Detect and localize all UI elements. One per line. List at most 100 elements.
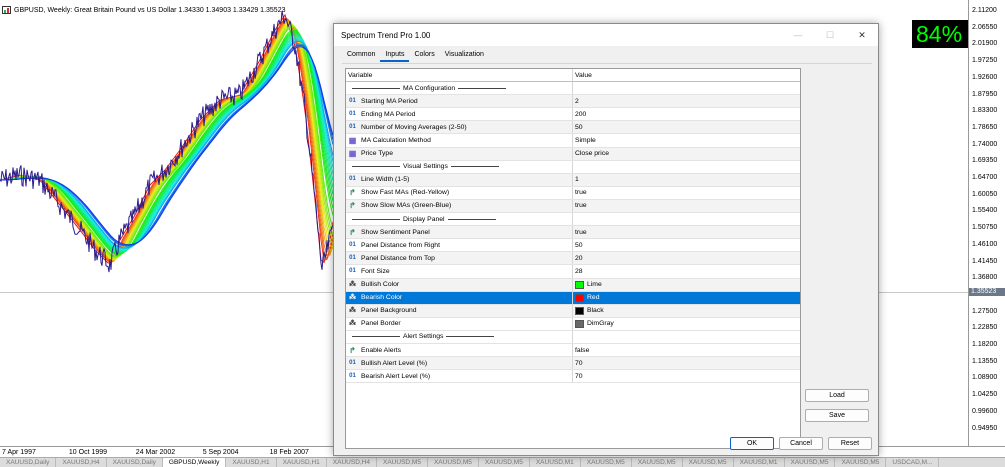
section-line: [352, 87, 400, 89]
parameter-name-cell: ⁂ Panel Border: [346, 317, 573, 330]
color-swatch: [575, 293, 584, 302]
parameter-name-cell: ↱ Show Sentiment Panel: [346, 226, 573, 239]
close-icon[interactable]: ✕: [846, 24, 878, 46]
parameter-row[interactable]: 01 Ending MA Period 200: [346, 108, 800, 122]
parameter-value-cell[interactable]: 1: [573, 174, 800, 186]
price-tick: 1.83300: [972, 107, 998, 115]
chart-tab[interactable]: XAUUSD,H4: [56, 458, 107, 467]
boolean-icon: ↱: [349, 201, 356, 211]
chart-tab[interactable]: XAUUSD,M5: [683, 458, 734, 467]
parameter-row[interactable]: ▦ MA Calculation Method Simple: [346, 134, 800, 148]
section-row: Display Panel: [346, 213, 800, 227]
ok-button[interactable]: OK: [730, 437, 774, 450]
chart-tab[interactable]: XAUUSD,Daily: [0, 458, 57, 467]
color-swatch: [575, 280, 584, 289]
parameter-value: 28: [575, 267, 583, 275]
price-tick: 1.36800: [972, 274, 998, 282]
parameter-value-cell[interactable]: 50: [573, 239, 800, 251]
parameter-value-cell[interactable]: true: [573, 187, 800, 199]
parameter-value-cell[interactable]: true: [573, 200, 800, 212]
load-button[interactable]: Load: [805, 389, 869, 402]
parameter-value-cell[interactable]: 28: [573, 265, 800, 277]
chart-tab[interactable]: XAUUSD,H1: [277, 458, 327, 467]
tab-colors[interactable]: Colors: [409, 49, 439, 62]
parameter-row[interactable]: 01 Font Size 28: [346, 265, 800, 279]
parameter-row[interactable]: ↱ Enable Alerts false: [346, 343, 800, 358]
color-swatch: [575, 319, 584, 328]
parameter-value-cell[interactable]: 50: [573, 121, 800, 133]
parameter-row[interactable]: ⁂ Panel Border DimGray: [346, 317, 800, 331]
chart-tab[interactable]: XAUUSD,M5: [632, 458, 683, 467]
parameter-row[interactable]: ↱ Show Sentiment Panel true: [346, 226, 800, 240]
chart-tab[interactable]: XAUUSD,M1: [530, 458, 581, 467]
parameter-row[interactable]: 01 Starting MA Period 2: [346, 95, 800, 109]
variable-column-header[interactable]: Variable: [346, 69, 573, 82]
parameter-row[interactable]: 01 Line Width (1-5) 1: [346, 173, 800, 187]
parameter-value-cell: [573, 161, 800, 173]
parameter-value-cell[interactable]: Lime: [573, 279, 800, 291]
boolean-icon: ↱: [349, 227, 356, 237]
parameter-value-cell[interactable]: Red: [573, 292, 800, 304]
section-row: Alert Settings: [346, 330, 800, 344]
parameter-value-cell[interactable]: 2: [573, 95, 800, 107]
moving-average-line: [0, 35, 334, 252]
inputs-grid[interactable]: Variable Value MA Configuration 01 Startin…: [345, 68, 801, 449]
parameter-value-cell[interactable]: Simple: [573, 134, 800, 146]
tab-visualization[interactable]: Visualization: [440, 49, 489, 62]
price-scale[interactable]: 2.11200 2.06550 2.01900 1.97250 1.92600 1.879…: [968, 0, 1005, 446]
chart-tab[interactable]: XAUUSD,M5: [479, 458, 530, 467]
parameter-name-cell: ↱ Show Fast MAs (Red-Yellow): [346, 186, 573, 199]
chart-tab[interactable]: XAUUSD,M5: [377, 458, 428, 467]
parameter-value-cell[interactable]: false: [573, 344, 800, 356]
chart-tab[interactable]: GBPUSD,Weekly: [162, 458, 227, 467]
chart-tab[interactable]: XAUUSD,M5: [835, 458, 887, 467]
cancel-button[interactable]: Cancel: [779, 437, 823, 450]
parameter-value-cell[interactable]: DimGray: [573, 318, 800, 330]
parameter-row[interactable]: 01 Panel Distance from Right 50: [346, 239, 800, 253]
parameter-row[interactable]: ↱ Show Fast MAs (Red-Yellow) true: [346, 186, 800, 200]
parameter-row[interactable]: 01 Bearish Alert Level (%) 70: [346, 370, 800, 384]
parameter-value-cell[interactable]: Black: [573, 305, 800, 317]
parameter-value-cell[interactable]: Close price: [573, 148, 800, 160]
parameter-name-cell: ⁂ Panel Background: [346, 304, 573, 317]
save-button[interactable]: Save: [805, 409, 869, 422]
parameter-value-cell[interactable]: true: [573, 226, 800, 238]
parameter-name-cell: Visual Settings: [346, 160, 573, 173]
time-label: 7 Apr 1997: [2, 449, 36, 456]
parameter-row[interactable]: ↱ Show Slow MAs (Green-Blue) true: [346, 199, 800, 214]
chart-tab[interactable]: XAUUSD,M5: [785, 458, 836, 467]
parameter-row[interactable]: ⁂ Bearish Color Red: [346, 291, 800, 305]
chart-tab[interactable]: XAUUSD,M1: [734, 458, 785, 467]
parameter-name-cell: 01 Panel Distance from Top: [346, 252, 573, 265]
chart-tab[interactable]: XAUUSD,M5: [428, 458, 479, 467]
parameter-value: DimGray: [587, 320, 614, 328]
tab-common[interactable]: Common: [342, 49, 380, 62]
parameter-row[interactable]: 01 Panel Distance from Top 20: [346, 252, 800, 266]
reset-button[interactable]: Reset: [828, 437, 872, 450]
section-row: MA Configuration: [346, 82, 800, 96]
dialog-titlebar: Spectrum Trend Pro 1.00 — ☐ ✕: [334, 24, 878, 46]
parameter-row[interactable]: ⁂ Panel Background Black: [346, 304, 800, 318]
chart-tab[interactable]: USDCAD,M...: [886, 458, 940, 467]
chart-tab[interactable]: XAUUSD,H4: [327, 458, 378, 467]
parameter-value-cell[interactable]: 200: [573, 108, 800, 120]
chart-tab[interactable]: XAUUSD,H1: [226, 458, 277, 467]
parameter-value-cell[interactable]: 70: [573, 357, 800, 369]
parameter-row[interactable]: ▦ Price Type Close price: [346, 147, 800, 161]
tab-inputs[interactable]: Inputs: [380, 49, 410, 62]
chart-tab[interactable]: XAUUSD,M5: [581, 458, 632, 467]
parameter-row[interactable]: 01 Bullish Alert Level (%) 70: [346, 357, 800, 371]
parameter-value: Lime: [587, 281, 602, 289]
chart-tab[interactable]: XAUUSD,Daily: [107, 458, 163, 467]
parameter-row[interactable]: 01 Number of Moving Averages (2-50) 50: [346, 121, 800, 135]
section-line: [450, 166, 499, 168]
boolean-icon: ↱: [349, 188, 356, 198]
parameter-value-cell[interactable]: 20: [573, 252, 800, 264]
parameter-value-cell[interactable]: 70: [573, 370, 800, 382]
indicator-properties-dialog: Spectrum Trend Pro 1.00 — ☐ ✕ Common Inpu…: [333, 23, 879, 456]
section-line: [446, 336, 495, 338]
parameter-row[interactable]: ⁂ Bullish Color Lime: [346, 278, 800, 292]
section-line: [458, 87, 507, 89]
value-column-header[interactable]: Value: [573, 69, 800, 81]
parameter-name: Panel Background: [361, 307, 417, 315]
